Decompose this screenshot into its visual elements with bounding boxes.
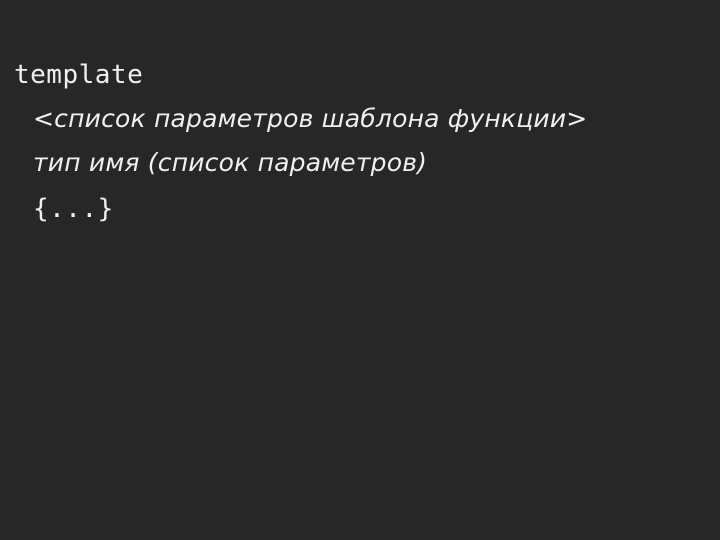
code-line-function-body: {...}: [33, 194, 114, 224]
slide-canvas: template <список параметров шаблона функ…: [0, 0, 720, 540]
code-line-template-parameter-list: <список параметров шаблона функции>: [33, 104, 588, 133]
code-line-function-signature: тип имя (список параметров): [33, 148, 428, 177]
code-line-template-keyword: template: [14, 60, 144, 90]
